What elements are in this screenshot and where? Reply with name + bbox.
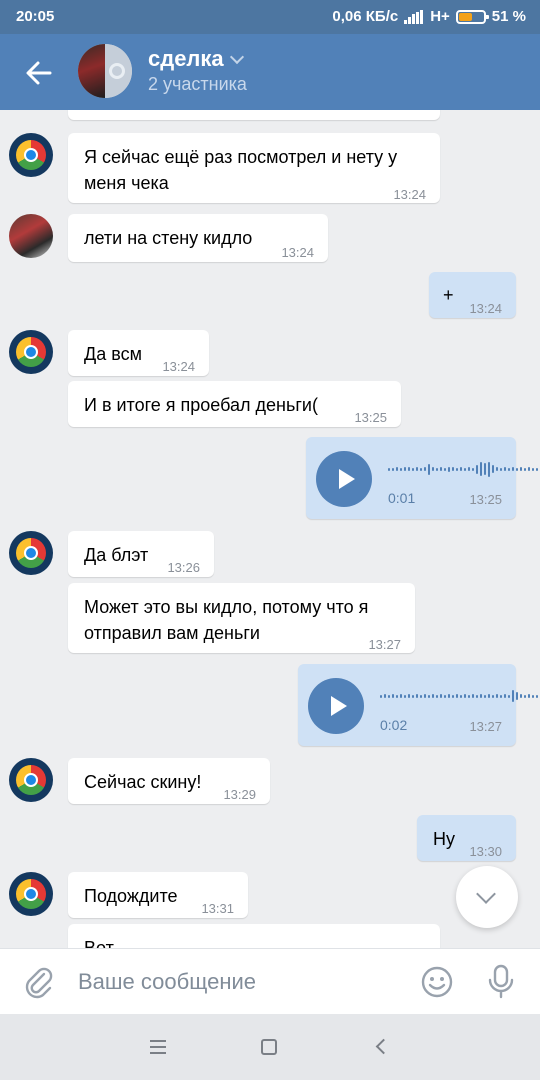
sender-avatar[interactable] [9, 133, 53, 177]
message-bubble[interactable]: И в итоге я проебал деньги( 13:25 [68, 381, 401, 427]
message-time: 13:27 [469, 719, 502, 734]
message-time: 13:24 [281, 245, 314, 260]
microphone-icon[interactable] [484, 963, 518, 999]
play-button[interactable] [316, 451, 372, 507]
chevron-down-icon [229, 49, 244, 65]
emoji-icon[interactable] [420, 965, 454, 999]
camera-icon [109, 63, 125, 79]
message-bubble-partial[interactable]: Вот [68, 924, 440, 948]
message-text: Сейчас скину! [84, 772, 202, 792]
voice-message-outgoing[interactable]: 0:02 13:27 [298, 664, 538, 746]
message-bubble[interactable]: Сейчас скину! 13:29 [68, 758, 270, 804]
message-bubble[interactable]: Да блэт 13:26 [68, 531, 214, 577]
message-time: 13:30 [469, 844, 502, 859]
message-input[interactable] [78, 961, 398, 1003]
voice-message-outgoing[interactable]: 0:01 13:25 [306, 437, 538, 519]
chat-title[interactable]: сделка [148, 46, 244, 72]
status-bar: 20:05 0,06 КБ/с H+ 51 % [0, 0, 540, 34]
message-time: 13:24 [393, 187, 426, 202]
status-indicators: 0,06 КБ/с H+ 51 % [332, 8, 526, 25]
message-bubble-outgoing[interactable]: Ну 13:30 [417, 815, 516, 861]
message-bubble[interactable]: Я сейчас ещё раз посмотрел и нету у меня… [68, 133, 440, 203]
network-type: H+ [430, 8, 450, 25]
message-bubble[interactable]: лети на стену кидло 13:24 [68, 214, 328, 262]
message-text: Может это вы кидло, потому что я отправи… [84, 597, 369, 643]
sender-avatar[interactable] [9, 872, 53, 916]
voice-duration: 0:01 [388, 490, 416, 506]
sender-avatar[interactable] [9, 214, 53, 258]
voice-waveform[interactable] [380, 686, 538, 706]
sender-avatar[interactable] [9, 758, 53, 802]
sender-avatar[interactable] [9, 330, 53, 374]
message-time: 13:26 [167, 560, 200, 575]
message-text: Я сейчас ещё раз посмотрел и нету у меня… [84, 147, 398, 193]
home-icon[interactable] [261, 1039, 277, 1055]
message-text: + [443, 285, 454, 305]
scroll-down-button[interactable] [456, 866, 518, 928]
message-bubble-partial[interactable] [68, 110, 440, 120]
sender-avatar[interactable] [9, 531, 53, 575]
message-list[interactable]: Я сейчас ещё раз посмотрел и нету у меня… [0, 110, 540, 948]
back-icon[interactable] [375, 1038, 392, 1055]
voice-duration: 0:02 [380, 717, 408, 733]
chat-header: сделка 2 участника [0, 34, 540, 110]
message-time: 13:31 [201, 901, 234, 916]
message-bubble-outgoing[interactable]: + 13:24 [429, 272, 516, 318]
message-text: Подождите [84, 886, 178, 906]
back-button[interactable] [22, 56, 56, 90]
chat-avatar[interactable] [78, 44, 132, 98]
message-time: 13:24 [162, 359, 195, 374]
paperclip-icon[interactable] [22, 965, 56, 999]
status-time: 20:05 [16, 8, 55, 25]
participants-count: 2 участника [148, 74, 247, 94]
back-arrow-icon [26, 61, 52, 85]
message-text: Да всм [84, 344, 142, 364]
system-nav-bar [0, 1014, 540, 1080]
battery-level: 51 % [491, 8, 526, 25]
message-text: Ну [433, 829, 455, 849]
battery-icon [455, 9, 489, 24]
message-text: Да блэт [84, 545, 149, 565]
message-time: 13:24 [469, 301, 502, 316]
chat-title-text: сделка [148, 46, 224, 71]
signal-icon [404, 9, 424, 24]
network-speed: 0,06 КБ/с [332, 8, 399, 25]
message-bubble[interactable]: Да всм 13:24 [68, 330, 209, 376]
message-time: 13:27 [368, 637, 401, 652]
message-bubble[interactable]: Может это вы кидло, потому что я отправи… [68, 583, 415, 653]
message-text: И в итоге я проебал деньги( [84, 395, 318, 415]
message-time: 13:29 [223, 787, 256, 802]
message-text: Вот [84, 938, 114, 948]
message-time: 13:25 [469, 492, 502, 507]
message-text: лети на стену кидло [84, 228, 253, 248]
menu-icon[interactable] [150, 1040, 166, 1054]
message-bubble[interactable]: Подождите 13:31 [68, 872, 248, 918]
voice-waveform[interactable] [388, 459, 538, 479]
play-button[interactable] [308, 678, 364, 734]
message-time: 13:25 [354, 410, 387, 425]
message-composer [0, 948, 540, 1014]
